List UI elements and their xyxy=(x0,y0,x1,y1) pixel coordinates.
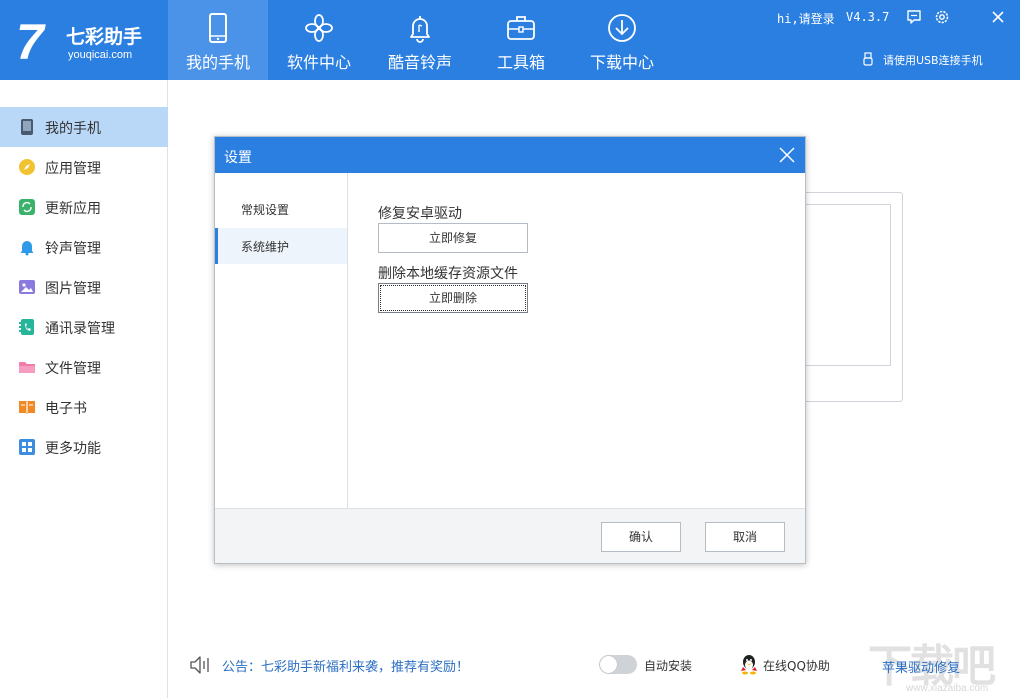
nav-download-center[interactable]: 下载中心 xyxy=(572,0,672,80)
app-logo[interactable]: 7 七彩助手 youqicai.com xyxy=(16,14,166,70)
image-icon xyxy=(19,280,35,294)
dialog-title: 设置 xyxy=(224,150,252,166)
qq-penguin-icon[interactable] xyxy=(738,653,760,675)
phone-icon xyxy=(21,119,33,135)
settings-dialog: 设置 常规设置 系统维护 修复安卓驱动 立即修复 删除本地缓存资源文件 立即删除… xyxy=(214,136,806,564)
sidebar-item-label: 我的手机 xyxy=(45,121,101,137)
sidebar-item-app-manager[interactable]: 应用管理 xyxy=(0,147,168,187)
nav-toolbox[interactable]: 工具箱 xyxy=(471,0,571,80)
contacts-icon xyxy=(19,319,34,335)
auto-install-label: 自动安装 xyxy=(644,659,693,673)
delete-cache-label: 删除本地缓存资源文件 xyxy=(378,266,518,282)
refresh-icon xyxy=(19,199,35,215)
cancel-button[interactable]: 取消 xyxy=(705,522,785,552)
nav-label: 下载中心 xyxy=(589,53,654,72)
announcement-link[interactable]: 公告：七彩助手新福利来袭，推荐有奖励！ xyxy=(222,656,469,675)
sidebar-item-ebooks[interactable]: 电子书 xyxy=(0,387,168,427)
grid-icon xyxy=(19,439,35,455)
watermark-url: www.xiazaiba.com xyxy=(906,683,989,694)
bell-icon xyxy=(410,16,430,43)
tab-general-settings[interactable]: 常规设置 xyxy=(215,191,347,227)
sidebar-item-more[interactable]: 更多功能 xyxy=(0,427,168,467)
usb-hint: 请使用USB连接手机 xyxy=(883,54,983,67)
nav-my-phone[interactable]: 我的手机 xyxy=(168,0,268,80)
sidebar: 我的手机 应用管理 更新应用 铃声管理 图片管理 通讯录管理 文件管理 电子书 … xyxy=(0,80,168,698)
sidebar-item-label: 更多功能 xyxy=(45,441,101,457)
close-icon[interactable] xyxy=(990,9,1006,25)
sidebar-item-ringtones[interactable]: 铃声管理 xyxy=(0,227,168,267)
toolbox-icon xyxy=(507,16,535,40)
speaker-icon xyxy=(190,656,209,674)
auto-install-toggle[interactable] xyxy=(599,655,637,674)
sidebar-item-label: 铃声管理 xyxy=(45,241,101,257)
logo-mark: 7 xyxy=(16,14,44,70)
tab-label: 系统维护 xyxy=(241,240,290,254)
folder-icon xyxy=(19,362,35,373)
apple-driver-fix-link[interactable]: 苹果驱动修复 xyxy=(882,657,960,676)
sidebar-item-label: 图片管理 xyxy=(45,281,101,297)
sidebar-item-label: 通讯录管理 xyxy=(45,321,115,337)
tab-system-maintenance[interactable]: 系统维护 xyxy=(215,228,347,264)
book-icon xyxy=(19,401,35,414)
tab-label: 常规设置 xyxy=(241,203,290,217)
apps-icon xyxy=(305,14,333,42)
logo-name: 七彩助手 xyxy=(66,26,143,48)
nav-label: 软件中心 xyxy=(286,53,351,72)
phone-preview-screen xyxy=(805,204,891,366)
top-header: 7 七彩助手 youqicai.com 我的手机 软件中心 酷音铃声 工具箱 下… xyxy=(0,0,1020,80)
dialog-title-bar[interactable]: 设置 xyxy=(215,137,805,173)
login-link[interactable]: hi,请登录 xyxy=(777,10,835,27)
nav-ringtones[interactable]: 酷音铃声 xyxy=(370,0,470,80)
repair-driver-label: 修复安卓驱动 xyxy=(378,206,462,222)
qq-help-link[interactable]: 在线QQ协助 xyxy=(763,657,830,674)
usb-icon xyxy=(863,52,873,66)
sidebar-item-update-apps[interactable]: 更新应用 xyxy=(0,187,168,227)
sidebar-item-label: 更新应用 xyxy=(45,201,101,217)
nav-label: 我的手机 xyxy=(185,53,250,72)
confirm-button[interactable]: 确认 xyxy=(601,522,681,552)
version-label: V4.3.7 xyxy=(846,10,890,24)
bell-icon xyxy=(20,241,34,256)
toggle-knob xyxy=(600,656,617,673)
sidebar-item-label: 文件管理 xyxy=(45,361,101,377)
download-icon xyxy=(608,14,636,42)
nav-label: 工具箱 xyxy=(496,53,545,72)
compass-icon xyxy=(19,159,35,175)
sidebar-item-my-phone[interactable]: 我的手机 xyxy=(0,107,168,147)
delete-now-button[interactable]: 立即删除 xyxy=(378,283,528,313)
close-icon[interactable] xyxy=(778,146,796,164)
dialog-footer: 确认 取消 xyxy=(215,508,805,563)
sidebar-item-label: 应用管理 xyxy=(45,161,101,177)
nav-software-center[interactable]: 软件中心 xyxy=(269,0,369,80)
gear-icon[interactable] xyxy=(934,9,950,25)
nav-label: 酷音铃声 xyxy=(387,53,452,72)
phone-icon xyxy=(209,13,227,43)
repair-now-button[interactable]: 立即修复 xyxy=(378,223,528,253)
sidebar-item-contacts[interactable]: 通讯录管理 xyxy=(0,307,168,347)
dialog-tab-list: 常规设置 系统维护 xyxy=(215,173,348,508)
logo-url: youqicai.com xyxy=(68,49,133,61)
sidebar-item-images[interactable]: 图片管理 xyxy=(0,267,168,307)
feedback-icon[interactable] xyxy=(906,9,922,25)
sidebar-item-label: 电子书 xyxy=(45,401,87,417)
sidebar-item-files[interactable]: 文件管理 xyxy=(0,347,168,387)
